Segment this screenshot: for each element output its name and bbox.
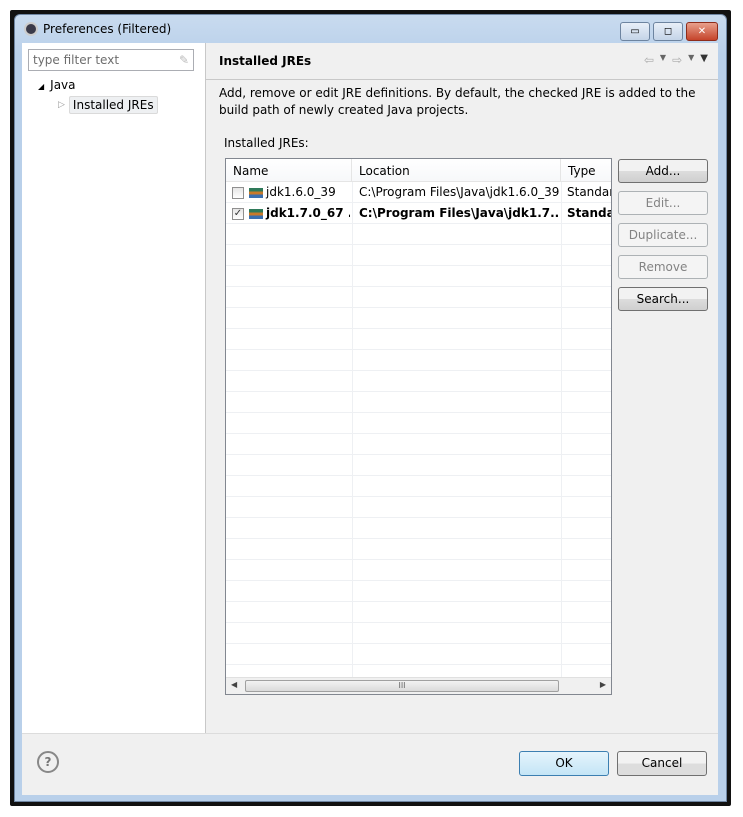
scroll-thumb[interactable]: III: [245, 680, 559, 692]
clear-filter-icon[interactable]: ✎: [179, 53, 189, 67]
empty-row: [226, 497, 611, 518]
back-menu-icon[interactable]: ▼: [660, 53, 666, 67]
close-button[interactable]: ✕: [686, 22, 718, 41]
duplicate-button[interactable]: Duplicate...: [618, 223, 708, 247]
table-label: Installed JREs:: [224, 136, 309, 150]
preference-page: Installed JREs ⇦ ▼ ⇨ ▼ ▼ Add, remove or edit…: [206, 43, 718, 733]
cancel-button[interactable]: Cancel: [617, 751, 707, 776]
tree-label: Java: [50, 78, 76, 92]
page-description: Add, remove or edit JRE definitions. By …: [219, 86, 696, 117]
column-header-location[interactable]: Location: [352, 159, 561, 182]
empty-row: [226, 392, 611, 413]
jre-library-icon: [249, 208, 263, 219]
filter-placeholder: type filter text: [33, 53, 120, 67]
add-button[interactable]: Add...: [618, 159, 708, 183]
jre-location: C:\Program Files\Java\jdk1.6.0_39: [359, 185, 559, 199]
empty-row: [226, 434, 611, 455]
empty-row: [226, 560, 611, 581]
filter-input[interactable]: type filter text ✎: [28, 49, 194, 71]
edit-button[interactable]: Edit...: [618, 191, 708, 215]
maximize-button[interactable]: ◻: [653, 22, 683, 41]
empty-row: [226, 329, 611, 350]
scroll-right-icon[interactable]: ▶: [600, 680, 606, 689]
back-arrow-icon[interactable]: ⇦: [644, 53, 654, 67]
empty-row: [226, 581, 611, 602]
empty-row: [226, 455, 611, 476]
forward-menu-icon[interactable]: ▼: [688, 53, 694, 67]
expanded-arrow-icon[interactable]: ◢: [38, 82, 44, 91]
page-header: Installed JREs ⇦ ▼ ⇨ ▼ ▼: [206, 43, 718, 80]
column-header-type[interactable]: Type: [561, 159, 611, 182]
collapsed-arrow-icon[interactable]: ▷: [58, 100, 65, 110]
empty-row: [226, 602, 611, 623]
tree-item-java[interactable]: ◢ Java: [38, 78, 76, 92]
eclipse-icon: [24, 22, 38, 36]
empty-row: [226, 623, 611, 644]
sidebar: type filter text ✎ ◢ Java ▷ Installed JREs: [22, 43, 206, 733]
search-button[interactable]: Search...: [618, 287, 708, 311]
horizontal-scrollbar[interactable]: ◀ III ▶: [226, 677, 611, 694]
empty-row: [226, 371, 611, 392]
forward-arrow-icon[interactable]: ⇨: [672, 53, 682, 67]
page-title: Installed JREs: [219, 54, 312, 68]
jre-location: C:\Program Files\Java\jdk1.7....: [359, 206, 559, 220]
empty-row: [226, 476, 611, 497]
empty-row: [226, 308, 611, 329]
jre-table[interactable]: Name Location Type jdk1.6.0_39 C:\Progra…: [225, 158, 612, 695]
jre-checkbox[interactable]: ✓: [232, 207, 244, 220]
minimize-button[interactable]: ▭: [620, 22, 650, 41]
jre-type: Standard VM: [567, 185, 611, 199]
empty-row: [226, 224, 611, 245]
scroll-left-icon[interactable]: ◀: [231, 680, 237, 689]
empty-row: [226, 245, 611, 266]
view-menu-icon[interactable]: ▼: [700, 53, 708, 67]
jre-name: jdk1.6.0_39: [266, 185, 336, 199]
ok-button[interactable]: OK: [519, 751, 609, 776]
tree-label: Installed JREs: [68, 96, 158, 114]
remove-button[interactable]: Remove: [618, 255, 708, 279]
empty-row: [226, 350, 611, 371]
column-header-name[interactable]: Name: [226, 159, 352, 182]
empty-row: [226, 539, 611, 560]
jre-name: jdk1.7.0_67 ...: [266, 206, 350, 220]
empty-row: [226, 266, 611, 287]
jre-checkbox[interactable]: [232, 186, 244, 199]
empty-row: [226, 413, 611, 434]
table-row[interactable]: jdk1.6.0_39 C:\Program Files\Java\jdk1.6…: [226, 182, 611, 203]
jre-library-icon: [249, 187, 263, 198]
jre-type: Standard VM: [567, 206, 611, 220]
title-bar: Preferences (Filtered): [24, 22, 171, 36]
empty-row: [226, 518, 611, 539]
dialog-footer: ? OK Cancel: [22, 733, 718, 795]
table-row[interactable]: ✓ jdk1.7.0_67 ... C:\Program Files\Java\j…: [226, 203, 611, 224]
help-icon[interactable]: ?: [37, 751, 59, 773]
window-title: Preferences (Filtered): [43, 22, 172, 36]
empty-row: [226, 644, 611, 665]
empty-row: [226, 287, 611, 308]
tree-item-installed-jres[interactable]: ▷ Installed JREs: [58, 96, 158, 114]
